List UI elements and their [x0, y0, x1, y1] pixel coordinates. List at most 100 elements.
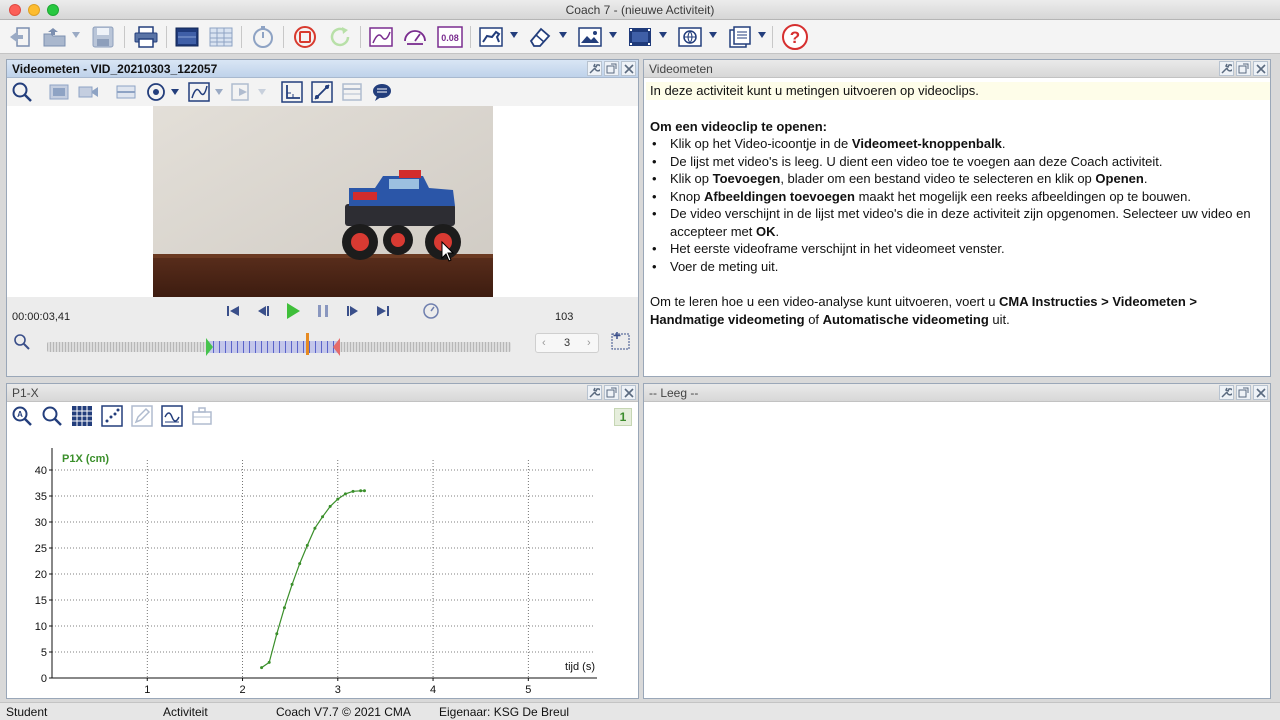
- back-icon[interactable]: [6, 24, 34, 50]
- table-icon[interactable]: [70, 404, 94, 428]
- data-point: [362, 489, 366, 493]
- y-tick-label: 25: [35, 543, 47, 555]
- graph-badge[interactable]: 1: [614, 408, 632, 426]
- film-icon[interactable]: [625, 24, 655, 50]
- graph-panel-header: P1-X: [7, 384, 638, 402]
- current-frame-marker[interactable]: [305, 333, 309, 355]
- data-point: [313, 526, 317, 530]
- chevron-down-icon[interactable]: [609, 32, 617, 38]
- status-mode: Activiteit: [163, 705, 208, 719]
- wrench-icon[interactable]: [587, 61, 602, 76]
- end-marker[interactable]: [333, 338, 340, 356]
- next-frame-icon[interactable]: [343, 301, 363, 321]
- list-item: Klik op het Video-icoontje in de Videome…: [650, 135, 1256, 153]
- value-display-icon[interactable]: 0.08: [435, 24, 465, 50]
- monitor-window-icon[interactable]: [172, 24, 202, 50]
- add-frame-icon[interactable]: [611, 331, 631, 351]
- data-point: [267, 660, 271, 664]
- chevron-down-icon[interactable]: [510, 32, 518, 38]
- first-frame-icon[interactable]: [223, 301, 243, 321]
- chevron-down-icon[interactable]: [709, 32, 717, 38]
- gauge-icon[interactable]: [400, 24, 430, 50]
- y-tick-label: 40: [35, 465, 47, 477]
- table-icon[interactable]: [340, 80, 364, 104]
- status-bar: Student Activiteit Coach V7.7 © 2021 CMA…: [0, 702, 1280, 720]
- detach-icon[interactable]: [1236, 385, 1251, 400]
- wrench-icon[interactable]: [1219, 385, 1234, 400]
- start-marker[interactable]: [206, 338, 213, 356]
- detach-icon[interactable]: [604, 385, 619, 400]
- toolbox-icon[interactable]: [190, 404, 214, 428]
- data-point: [343, 492, 347, 496]
- value-display-text: 0.08: [441, 33, 459, 43]
- chevron-down-icon[interactable]: [171, 89, 179, 95]
- video-toolbar: [7, 78, 638, 106]
- close-icon[interactable]: [621, 385, 636, 400]
- zoom-icon[interactable]: [40, 404, 64, 428]
- speed-icon[interactable]: [421, 301, 441, 321]
- chevron-down-icon[interactable]: [72, 32, 80, 38]
- detach-icon[interactable]: [604, 61, 619, 76]
- close-icon[interactable]: [1253, 385, 1268, 400]
- wrench-icon[interactable]: [1219, 61, 1234, 76]
- strip-icon[interactable]: [114, 80, 138, 104]
- target-icon[interactable]: [144, 80, 168, 104]
- step-increase-icon[interactable]: ›: [587, 337, 591, 349]
- image-icon[interactable]: [575, 24, 605, 50]
- chevron-down-icon[interactable]: [559, 32, 567, 38]
- chevron-down-icon[interactable]: [215, 89, 223, 95]
- play-icon[interactable]: [283, 301, 303, 321]
- comment-icon[interactable]: [370, 80, 394, 104]
- chevron-down-icon[interactable]: [659, 32, 667, 38]
- path-icon[interactable]: [187, 80, 211, 104]
- status-owner: Eigenaar: KSG De Breul: [439, 705, 570, 719]
- axes-icon[interactable]: [280, 80, 304, 104]
- calibrate-icon[interactable]: [310, 80, 334, 104]
- intro-text: In deze activiteit kunt u metingen uitvo…: [646, 82, 1270, 100]
- instructions-text: In deze activiteit kunt u metingen uitvo…: [646, 82, 1270, 328]
- save-icon[interactable]: [88, 24, 118, 50]
- zoom-fit-icon[interactable]: A: [10, 404, 34, 428]
- animation-icon[interactable]: [476, 24, 506, 50]
- step-decrease-icon[interactable]: ‹: [542, 337, 546, 349]
- previous-frame-icon[interactable]: [253, 301, 273, 321]
- data-point: [359, 489, 363, 493]
- zoom-icon[interactable]: [10, 80, 34, 104]
- video-camera-icon[interactable]: [77, 80, 101, 104]
- list-item: De video verschijnt in de lijst met vide…: [650, 205, 1256, 240]
- document-icon[interactable]: [725, 24, 755, 50]
- print-icon[interactable]: [130, 24, 162, 50]
- graph-icon[interactable]: [366, 24, 396, 50]
- transform-icon[interactable]: [230, 80, 254, 104]
- edit-icon[interactable]: [130, 404, 154, 428]
- frame-step-stepper[interactable]: ‹ 3 ›: [535, 333, 599, 353]
- empty-panel-header: -- Leeg --: [644, 384, 1270, 402]
- close-icon[interactable]: [1253, 61, 1268, 76]
- graph-chart[interactable]: 0 5 10 15 20 25 30 35 40 1 2 3 4 5 P1X (cm) tijd (s): [7, 440, 639, 699]
- chevron-down-icon[interactable]: [758, 32, 766, 38]
- last-frame-icon[interactable]: [373, 301, 393, 321]
- y-tick-label: 0: [41, 673, 47, 685]
- y-tick-label: 20: [35, 569, 47, 581]
- web-icon[interactable]: [675, 24, 705, 50]
- table-window-icon[interactable]: [206, 24, 236, 50]
- instructions-heading: Om een videoclip te openen:: [650, 118, 827, 134]
- close-icon[interactable]: [621, 61, 636, 76]
- analysis-icon[interactable]: [160, 404, 184, 428]
- open-folder-icon[interactable]: [40, 24, 70, 50]
- refresh-icon[interactable]: [325, 24, 355, 50]
- video-frame[interactable]: [153, 106, 493, 297]
- pause-icon[interactable]: [313, 301, 333, 321]
- wrench-icon[interactable]: [587, 385, 602, 400]
- eraser-icon[interactable]: [525, 24, 555, 50]
- scatter-icon[interactable]: [100, 404, 124, 428]
- search-icon[interactable]: [12, 332, 32, 352]
- stop-icon[interactable]: [290, 24, 320, 50]
- y-axis-label: P1X (cm): [62, 453, 109, 465]
- help-icon[interactable]: ?: [780, 24, 810, 50]
- x-tick-label: 5: [525, 684, 531, 696]
- empty-panel: -- Leeg --: [643, 383, 1271, 699]
- detach-icon[interactable]: [1236, 61, 1251, 76]
- frame-icon[interactable]: [47, 80, 71, 104]
- timer-icon[interactable]: [248, 24, 278, 50]
